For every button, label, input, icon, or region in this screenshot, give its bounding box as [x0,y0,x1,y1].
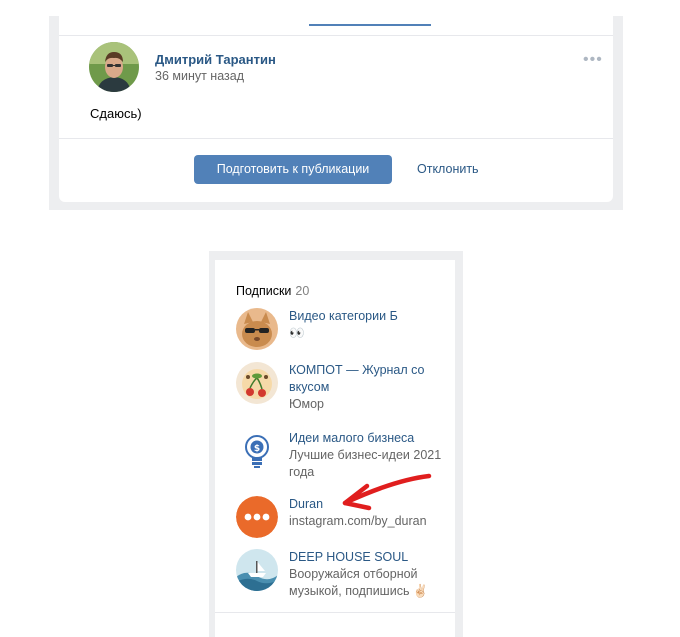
divider [59,138,613,139]
post-text: Сдаюсь) [90,106,142,121]
divider [59,35,613,36]
subscription-description: instagram.com/by_duran [289,514,427,528]
divider [215,612,455,613]
author-avatar[interactable] [89,42,139,92]
cherry-face-icon[interactable] [236,362,278,404]
subscription-name[interactable]: Идеи малого бизнеса [289,430,449,447]
svg-text:$: $ [254,444,260,454]
subscriptions-header[interactable]: Подписки 20 [236,284,309,298]
subscription-description: Юмор [289,397,324,411]
subscription-name[interactable]: Видео категории Б [289,308,449,325]
subscriptions-title: Подписки [236,284,292,298]
three-dots-orange-icon[interactable] [236,496,278,538]
subscription-item[interactable]: КОМПОТ — Журнал со вкусом Юмор [236,362,446,418]
lightbulb-dollar-icon[interactable]: $ [236,430,278,472]
suggested-post-card: Дмитрий Тарантин 36 минут назад ••• Сдаю… [59,16,613,202]
author-name[interactable]: Дмитрий Тарантин [155,52,276,67]
suggested-post-frame: Дмитрий Тарантин 36 минут назад ••• Сдаю… [49,16,623,210]
subscription-description: Вооружайся отборной музыкой, подпишись ✌… [289,567,429,598]
subscription-name[interactable]: КОМПОТ — Журнал со вкусом [289,362,449,396]
reject-button[interactable]: Отклонить [417,162,479,176]
subscription-name[interactable]: DEEP HOUSE SOUL [289,549,449,566]
cat-sunglasses-icon[interactable] [236,308,278,350]
red-arrow-annotation-icon [342,473,432,511]
subscription-text: КОМПОТ — Журнал со вкусом Юмор [289,362,449,413]
more-options-icon[interactable]: ••• [583,51,603,69]
subscription-item[interactable]: Видео категории Б 👀 [236,308,446,352]
active-tab-indicator [309,24,431,26]
subscription-text: DEEP HOUSE SOUL Вооружайся отборной музы… [289,549,449,600]
subscriptions-count: 20 [295,284,310,298]
subscription-item[interactable]: DEEP HOUSE SOUL Вооружайся отборной музы… [236,549,446,605]
subscription-text: Видео категории Б 👀 [289,308,449,342]
subscription-description: 👀 [289,326,305,340]
subscriptions-card: Подписки 20 Видео категории Б 👀 КОМПОТ —… [215,260,455,637]
post-timestamp[interactable]: 36 минут назад [155,69,244,83]
subscriptions-frame: Подписки 20 Видео категории Б 👀 КОМПОТ —… [209,251,463,637]
ship-waves-icon[interactable] [236,549,278,591]
prepare-publish-button[interactable]: Подготовить к публикации [194,155,392,184]
